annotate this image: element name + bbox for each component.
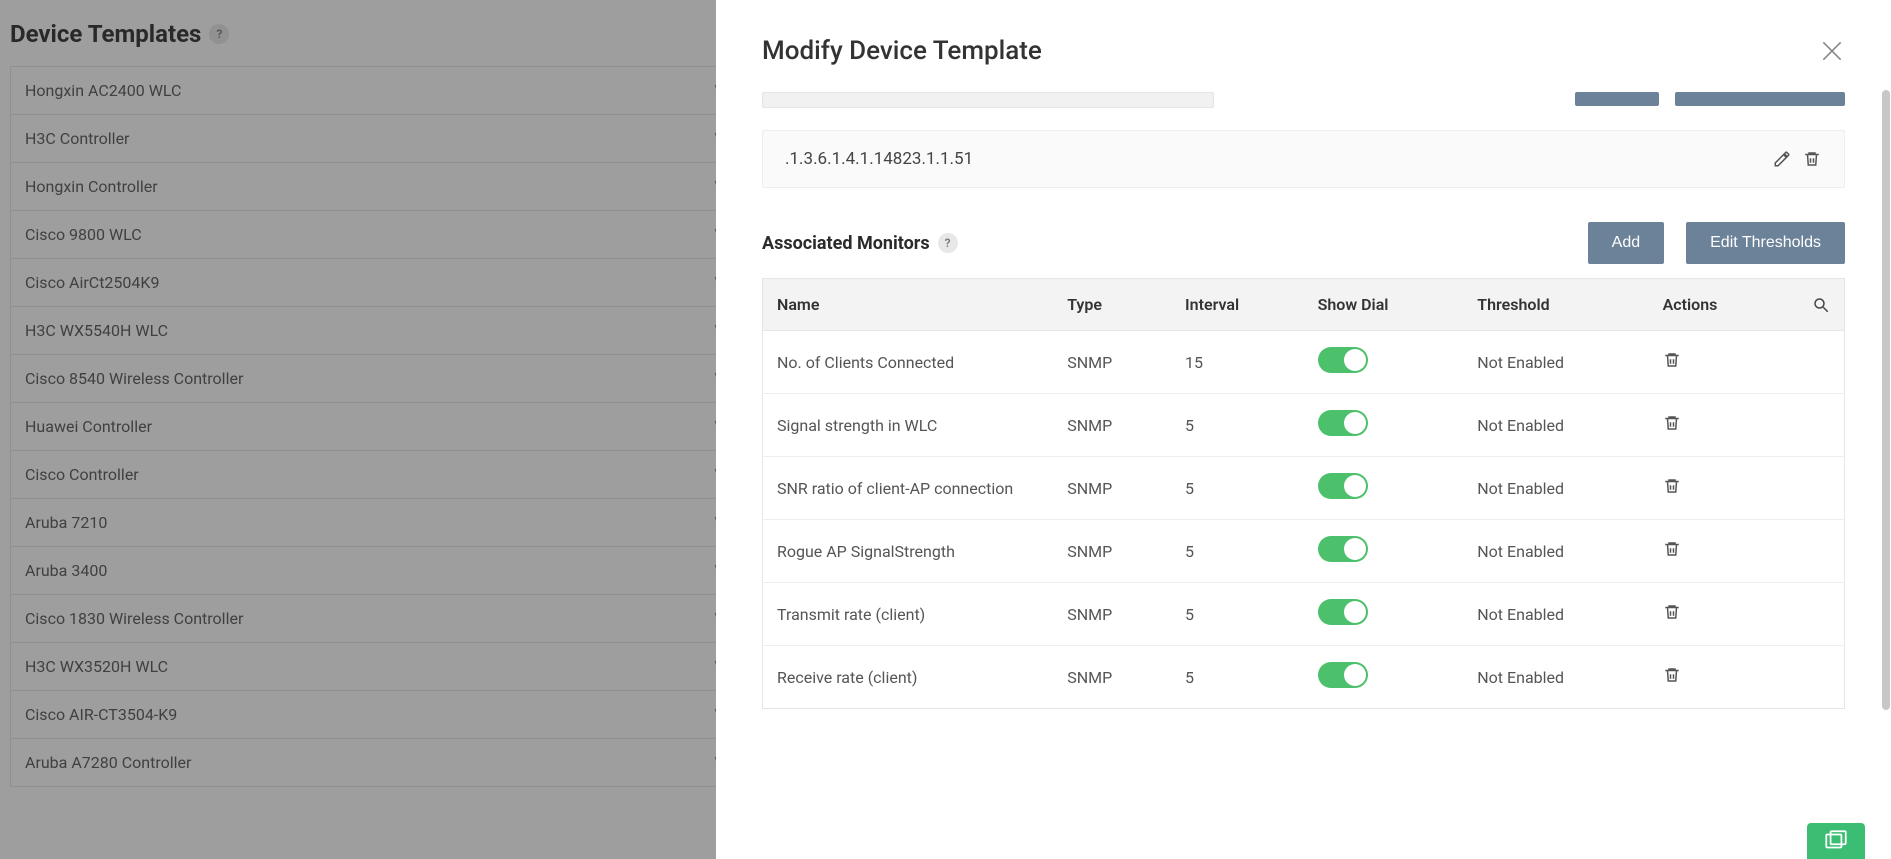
th-show-dial: Show Dial bbox=[1304, 279, 1464, 331]
monitor-show-dial bbox=[1304, 394, 1464, 457]
add-button[interactable]: Add bbox=[1588, 222, 1664, 264]
delete-icon[interactable] bbox=[1663, 476, 1681, 496]
monitor-interval: 15 bbox=[1171, 331, 1304, 394]
monitor-interval: 5 bbox=[1171, 394, 1304, 457]
monitor-show-dial bbox=[1304, 583, 1464, 646]
edit-thresholds-button[interactable]: Edit Thresholds bbox=[1686, 222, 1845, 264]
monitor-name: Transmit rate (client) bbox=[763, 583, 1054, 646]
table-row: Receive rate (client)SNMP5 Not Enabled bbox=[763, 646, 1845, 709]
monitor-type: SNMP bbox=[1053, 646, 1171, 709]
oid-row: .1.3.6.1.4.1.14823.1.1.51 bbox=[762, 130, 1845, 188]
monitor-threshold: Not Enabled bbox=[1463, 520, 1648, 583]
delete-icon[interactable] bbox=[1802, 149, 1822, 169]
delete-icon[interactable] bbox=[1663, 602, 1681, 622]
toggle-switch[interactable] bbox=[1318, 410, 1368, 436]
monitor-type: SNMP bbox=[1053, 520, 1171, 583]
th-actions-label: Actions bbox=[1663, 295, 1718, 314]
panel-scrollbar-thumb[interactable] bbox=[1882, 90, 1890, 710]
table-row: Rogue AP SignalStrengthSNMP5 Not Enabled bbox=[763, 520, 1845, 583]
input-stub[interactable] bbox=[762, 92, 1214, 108]
panel-header: Modify Device Template bbox=[716, 0, 1891, 92]
top-button-row bbox=[762, 92, 1845, 108]
delete-icon[interactable] bbox=[1663, 350, 1681, 370]
floating-action-button[interactable] bbox=[1807, 823, 1865, 859]
delete-icon[interactable] bbox=[1663, 413, 1681, 433]
monitor-type: SNMP bbox=[1053, 457, 1171, 520]
th-actions: Actions bbox=[1649, 279, 1845, 331]
monitor-name: Rogue AP SignalStrength bbox=[763, 520, 1054, 583]
th-threshold: Threshold bbox=[1463, 279, 1648, 331]
oid-value: .1.3.6.1.4.1.14823.1.1.51 bbox=[785, 149, 973, 169]
modify-template-panel: Modify Device Template .1.3.6.1.4.1.1482… bbox=[716, 0, 1891, 859]
edit-icon[interactable] bbox=[1772, 149, 1792, 169]
toggle-switch[interactable] bbox=[1318, 536, 1368, 562]
monitor-type: SNMP bbox=[1053, 394, 1171, 457]
monitor-interval: 5 bbox=[1171, 583, 1304, 646]
toggle-switch[interactable] bbox=[1318, 599, 1368, 625]
button-stub-1[interactable] bbox=[1575, 92, 1659, 106]
monitor-actions bbox=[1649, 520, 1845, 583]
monitor-threshold: Not Enabled bbox=[1463, 331, 1648, 394]
monitor-name: Signal strength in WLC bbox=[763, 394, 1054, 457]
table-row: SNR ratio of client-AP connectionSNMP5 No… bbox=[763, 457, 1845, 520]
monitor-show-dial bbox=[1304, 331, 1464, 394]
toggle-switch[interactable] bbox=[1318, 662, 1368, 688]
table-row: No. of Clients ConnectedSNMP15 Not Enable… bbox=[763, 331, 1845, 394]
monitors-table: Name Type Interval Show Dial Threshold A… bbox=[762, 278, 1845, 709]
monitor-threshold: Not Enabled bbox=[1463, 646, 1648, 709]
table-row: Transmit rate (client)SNMP5 Not Enabled bbox=[763, 583, 1845, 646]
close-icon[interactable] bbox=[1819, 38, 1845, 64]
th-name: Name bbox=[763, 279, 1054, 331]
toggle-switch[interactable] bbox=[1318, 473, 1368, 499]
monitor-show-dial bbox=[1304, 520, 1464, 583]
monitor-type: SNMP bbox=[1053, 583, 1171, 646]
section-title-wrap: Associated Monitors ? bbox=[762, 233, 958, 254]
monitor-threshold: Not Enabled bbox=[1463, 457, 1648, 520]
monitor-interval: 5 bbox=[1171, 520, 1304, 583]
section-title: Associated Monitors bbox=[762, 233, 930, 254]
monitor-show-dial bbox=[1304, 457, 1464, 520]
th-type: Type bbox=[1053, 279, 1171, 331]
monitor-interval: 5 bbox=[1171, 457, 1304, 520]
panel-title: Modify Device Template bbox=[762, 36, 1042, 66]
monitor-threshold: Not Enabled bbox=[1463, 583, 1648, 646]
monitor-actions bbox=[1649, 457, 1845, 520]
section-header-row: Associated Monitors ? Add Edit Threshold… bbox=[762, 222, 1845, 264]
monitor-interval: 5 bbox=[1171, 646, 1304, 709]
monitor-name: No. of Clients Connected bbox=[763, 331, 1054, 394]
monitor-actions bbox=[1649, 583, 1845, 646]
monitor-name: SNR ratio of client-AP connection bbox=[763, 457, 1054, 520]
search-icon[interactable] bbox=[1812, 296, 1830, 314]
table-row: Signal strength in WLCSNMP5 Not Enabled bbox=[763, 394, 1845, 457]
monitor-threshold: Not Enabled bbox=[1463, 394, 1648, 457]
section-button-group: Add Edit Thresholds bbox=[1588, 222, 1845, 264]
oid-actions bbox=[1772, 149, 1822, 169]
monitor-actions bbox=[1649, 331, 1845, 394]
button-stub-2[interactable] bbox=[1675, 92, 1845, 106]
monitor-actions bbox=[1649, 646, 1845, 709]
section-help-icon[interactable]: ? bbox=[938, 233, 958, 253]
monitor-show-dial bbox=[1304, 646, 1464, 709]
panel-scrollbar[interactable] bbox=[1881, 90, 1891, 845]
monitor-name: Receive rate (client) bbox=[763, 646, 1054, 709]
monitor-type: SNMP bbox=[1053, 331, 1171, 394]
toggle-switch[interactable] bbox=[1318, 347, 1368, 373]
th-interval: Interval bbox=[1171, 279, 1304, 331]
panel-body: .1.3.6.1.4.1.14823.1.1.51 Associated Mon… bbox=[716, 92, 1891, 859]
monitor-actions bbox=[1649, 394, 1845, 457]
delete-icon[interactable] bbox=[1663, 539, 1681, 559]
delete-icon[interactable] bbox=[1663, 665, 1681, 685]
